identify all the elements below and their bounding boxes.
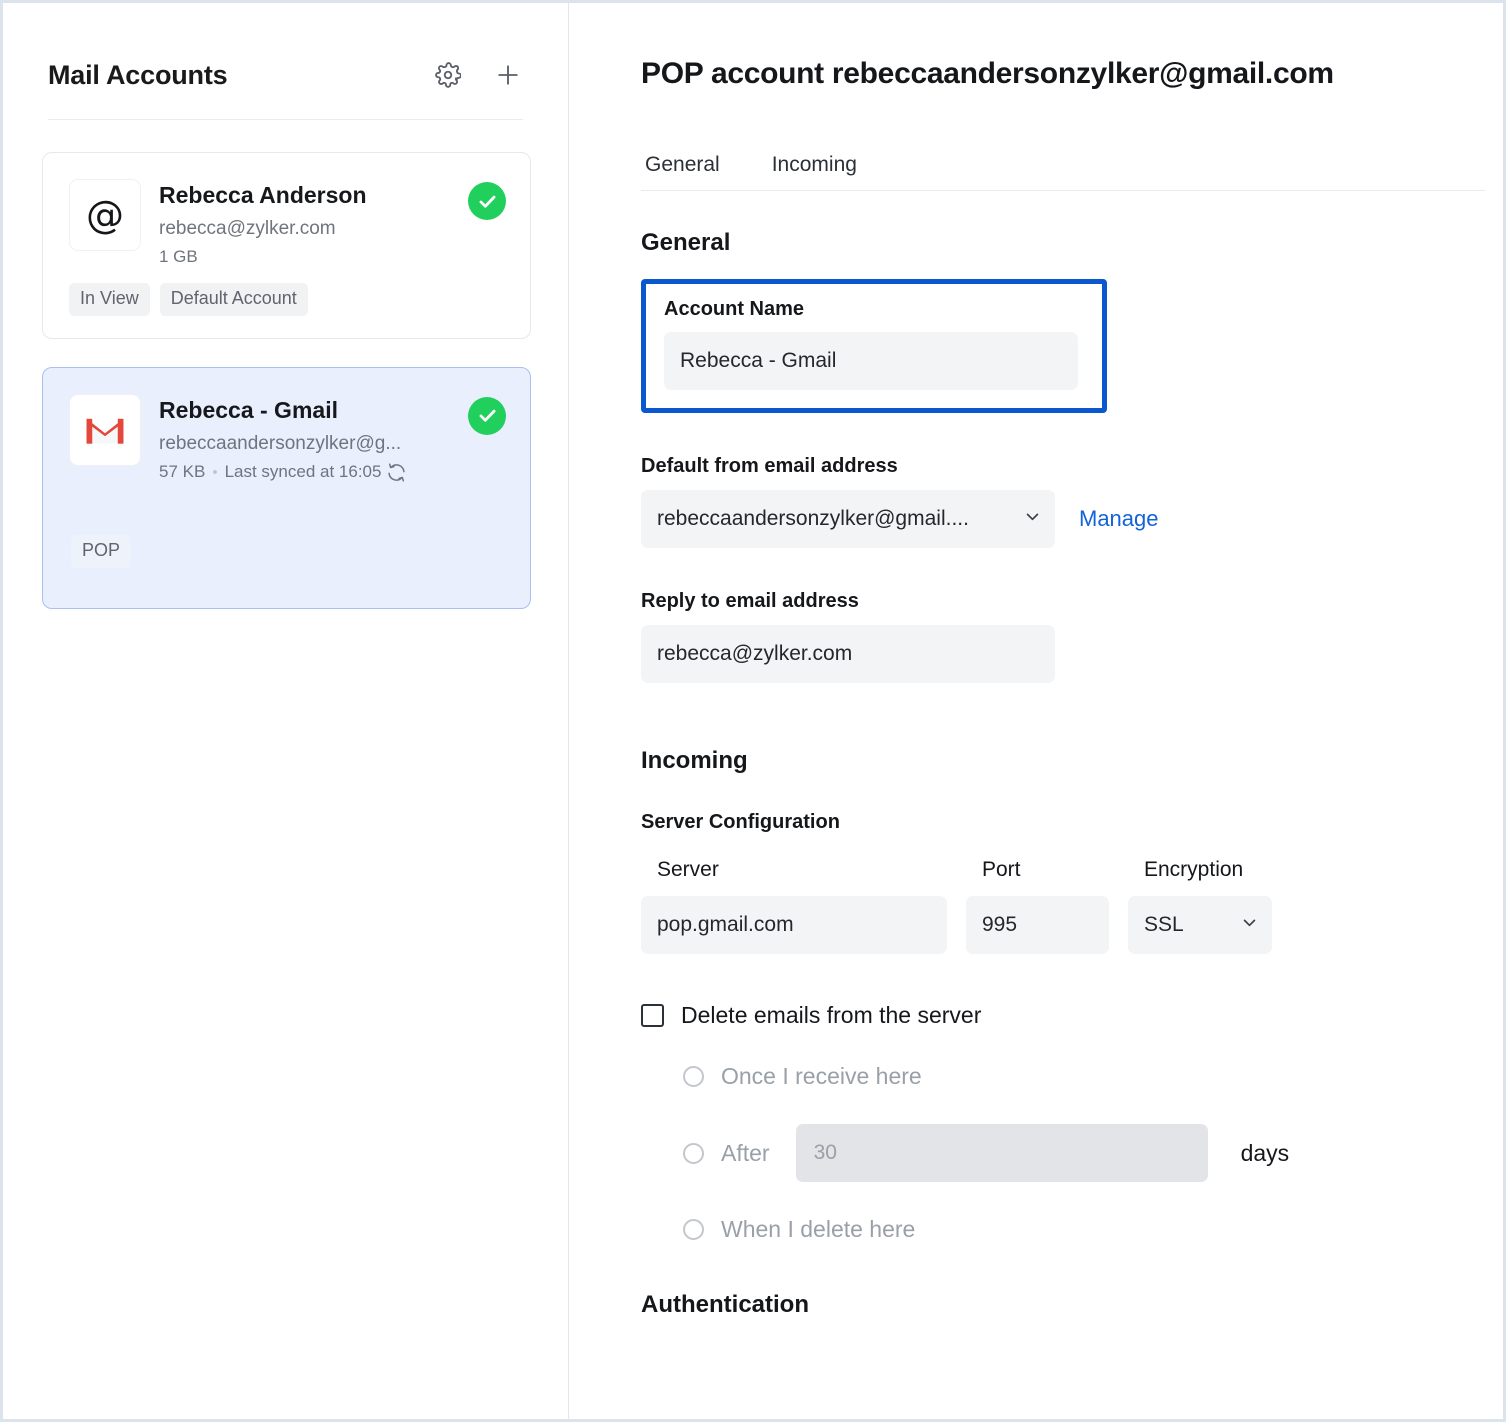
server-input[interactable]: pop.gmail.com	[641, 896, 947, 954]
account-card-rebecca-anderson[interactable]: @ Rebecca Anderson rebecca@zylker.com 1 …	[42, 152, 531, 339]
radio-label: After	[721, 1140, 770, 1167]
avatar	[69, 394, 141, 466]
delete-emails-checkbox[interactable]	[641, 1004, 664, 1027]
section-heading-authentication: Authentication	[641, 1291, 1503, 1319]
account-tags: POP	[71, 535, 506, 568]
days-unit-label: days	[1241, 1140, 1290, 1167]
account-name: Rebecca Anderson	[159, 182, 468, 210]
section-heading-incoming: Incoming	[641, 747, 1503, 775]
mail-accounts-settings-window: Mail Accounts	[0, 0, 1506, 1422]
port-input[interactable]: 995	[966, 896, 1109, 954]
port-column: Port 995	[966, 858, 1109, 954]
encryption-select[interactable]: SSL	[1128, 896, 1272, 954]
days-input-placeholder: 30	[814, 1141, 837, 1165]
account-name-label: Account Name	[664, 298, 1086, 321]
avatar: @	[69, 179, 141, 251]
check-circle-icon	[468, 397, 506, 435]
account-name: Rebecca - Gmail	[159, 397, 468, 425]
refresh-icon[interactable]	[386, 462, 407, 483]
server-configuration-grid: Server pop.gmail.com Port 995 Encryption…	[641, 858, 1503, 954]
reply-to-input[interactable]: rebecca@zylker.com	[641, 625, 1055, 683]
radio-after[interactable]	[683, 1143, 704, 1164]
delete-emails-checkbox-row[interactable]: Delete emails from the server	[641, 1002, 1503, 1029]
server-configuration-label: Server Configuration	[641, 811, 1503, 834]
radio-once-i-receive-here[interactable]	[683, 1066, 704, 1087]
meta-separator: •	[212, 463, 217, 483]
reply-to-field-group: Reply to email address rebecca@zylker.co…	[641, 590, 1503, 683]
account-settings-panel: POP account rebeccaandersonzylker@gmail.…	[569, 3, 1503, 1419]
account-name-input[interactable]: Rebecca - Gmail	[664, 332, 1078, 390]
radio-label: When I delete here	[721, 1216, 915, 1243]
delete-option-once-i-receive-here[interactable]: Once I receive here	[683, 1063, 1503, 1090]
status-badge-pop: POP	[71, 535, 131, 568]
account-settings-title: POP account rebeccaandersonzylker@gmail.…	[641, 57, 1503, 91]
server-column: Server pop.gmail.com	[641, 858, 947, 954]
tab-general[interactable]: General	[641, 153, 724, 177]
days-input[interactable]: 30	[796, 1124, 1208, 1182]
check-circle-icon	[468, 182, 506, 220]
plus-icon[interactable]	[492, 59, 524, 91]
delete-option-when-i-delete-here[interactable]: When I delete here	[683, 1216, 1503, 1243]
last-synced-text: Last synced at 16:05	[225, 461, 382, 483]
page-title: Mail Accounts	[48, 60, 432, 91]
encryption-value: SSL	[1144, 913, 1184, 937]
account-tags: In View Default Account	[69, 283, 506, 316]
column-header-port: Port	[966, 858, 1109, 882]
status-badge-in-view: In View	[69, 283, 150, 316]
chevron-down-icon	[1241, 914, 1258, 936]
account-list: @ Rebecca Anderson rebecca@zylker.com 1 …	[3, 120, 568, 609]
mail-accounts-sidebar: Mail Accounts	[3, 3, 569, 1419]
account-size: 1 GB	[159, 246, 198, 268]
account-name-highlight-box: Account Name Rebecca - Gmail	[641, 279, 1107, 413]
default-from-value: rebeccaandersonzylker@gmail....	[657, 507, 969, 531]
gear-icon[interactable]	[432, 59, 464, 91]
account-size: 57 KB	[159, 461, 205, 483]
tab-incoming[interactable]: Incoming	[768, 153, 861, 177]
chevron-down-icon	[1024, 508, 1041, 530]
radio-label: Once I receive here	[721, 1063, 922, 1090]
delete-emails-label: Delete emails from the server	[681, 1002, 981, 1029]
default-from-label: Default from email address	[641, 455, 1503, 478]
encryption-column: Encryption SSL	[1128, 858, 1272, 954]
card-spacer	[42, 339, 531, 367]
default-from-select[interactable]: rebeccaandersonzylker@gmail....	[641, 490, 1055, 548]
column-header-encryption: Encryption	[1128, 858, 1272, 882]
sidebar-header: Mail Accounts	[3, 3, 568, 91]
radio-when-i-delete-here[interactable]	[683, 1219, 704, 1240]
gmail-icon	[84, 414, 126, 446]
account-email: rebecca@zylker.com	[159, 217, 468, 241]
settings-tabs: General Incoming	[641, 153, 1485, 191]
at-sign-icon: @	[86, 196, 124, 234]
column-header-server: Server	[641, 858, 947, 882]
account-card-rebecca-gmail[interactable]: Rebecca - Gmail rebeccaandersonzylker@g.…	[42, 367, 531, 609]
reply-to-label: Reply to email address	[641, 590, 1503, 613]
default-from-field-group: Default from email address rebeccaanders…	[641, 455, 1503, 548]
sidebar-header-actions	[432, 59, 524, 91]
manage-link[interactable]: Manage	[1079, 506, 1159, 532]
delete-option-after-days[interactable]: After 30 days	[683, 1124, 1503, 1182]
account-email: rebeccaandersonzylker@g...	[159, 432, 468, 456]
status-badge-default-account: Default Account	[160, 283, 308, 316]
section-heading-general: General	[641, 229, 1503, 257]
